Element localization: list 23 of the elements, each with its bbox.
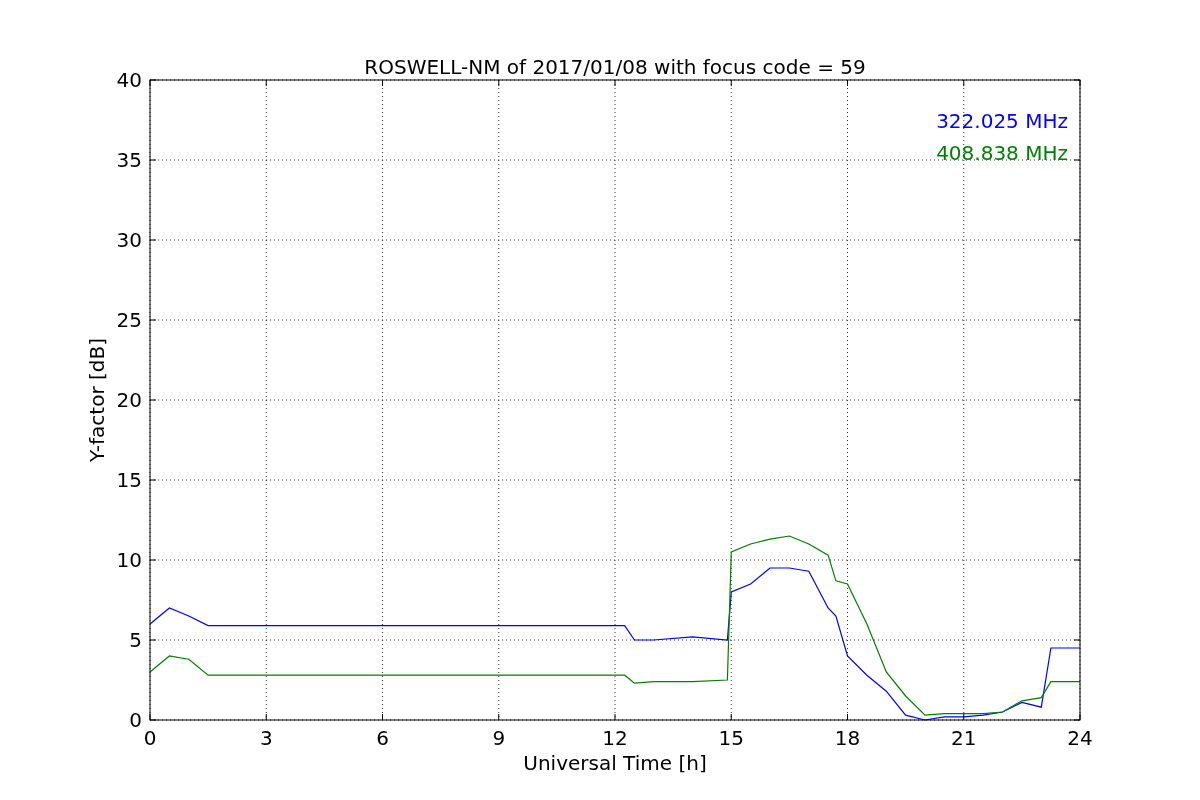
x-tick-label: 9	[492, 726, 506, 750]
legend-label: 408.838 MHz	[936, 141, 1068, 165]
y-tick-label: 5	[129, 628, 142, 652]
y-axis-label: Y-factor [dB]	[85, 338, 109, 462]
x-tick-label: 15	[718, 726, 744, 750]
x-tick-label: 21	[951, 726, 977, 750]
y-tick-label: 10	[116, 548, 142, 572]
y-tick-label: 0	[129, 708, 142, 732]
y-tick-label: 40	[116, 68, 142, 92]
y-tick-label: 15	[116, 468, 142, 492]
chart-title: ROSWELL-NM of 2017/01/08 with focus code = 59	[364, 55, 866, 79]
x-tick-label: 6	[376, 726, 389, 750]
x-tick-label: 18	[834, 726, 861, 750]
y-tick-label: 25	[116, 308, 142, 332]
x-tick-label: 3	[259, 726, 273, 750]
y-tick-label: 35	[116, 148, 142, 172]
legend-label: 322.025 MHz	[936, 109, 1068, 133]
x-tick-label: 0	[143, 726, 157, 750]
y-tick-label: 20	[116, 388, 142, 412]
y-tick-label: 30	[116, 228, 142, 252]
x-tick-label: 24	[1067, 726, 1093, 750]
x-axis-label: Universal Time [h]	[523, 751, 707, 775]
x-tick-label: 12	[602, 726, 628, 750]
